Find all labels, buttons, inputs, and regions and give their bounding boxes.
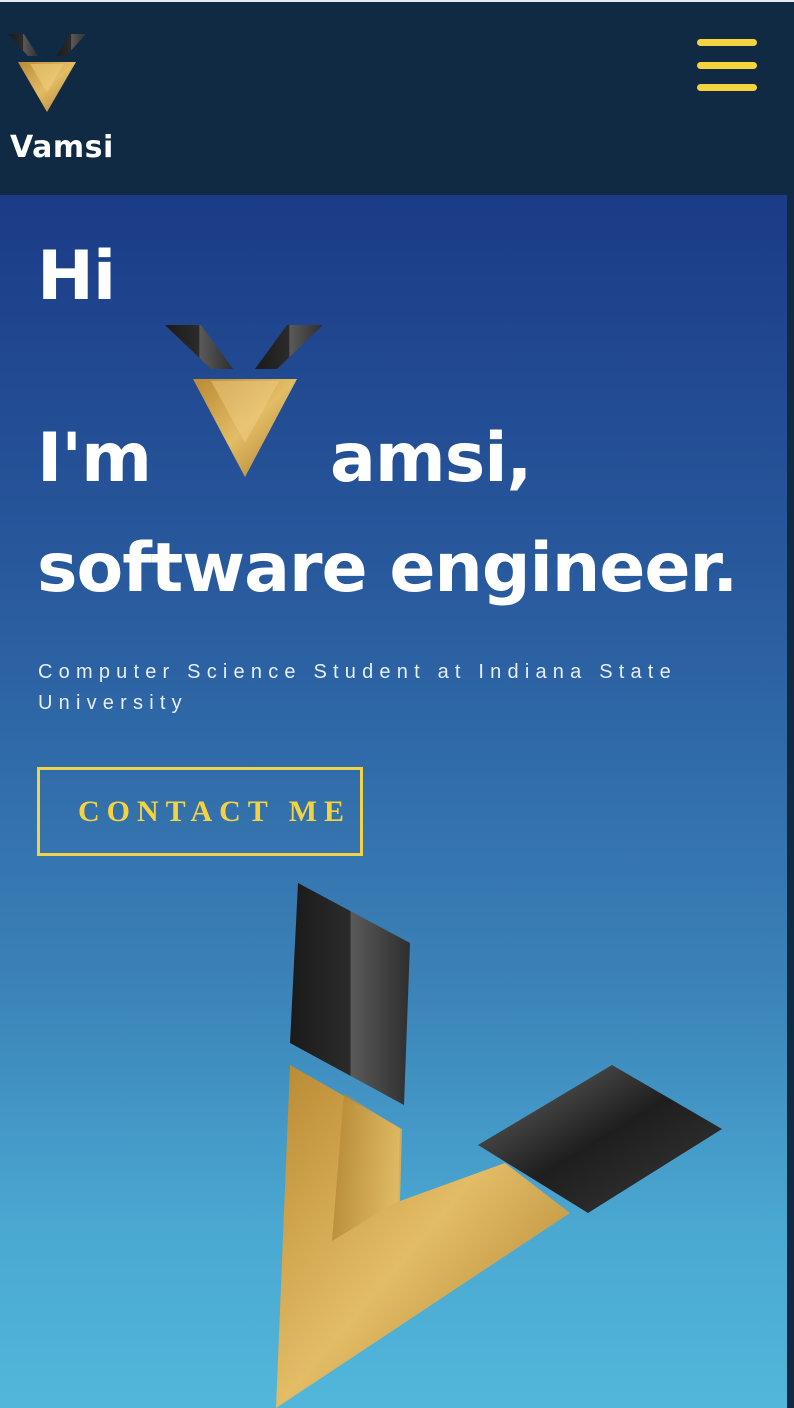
hero-greeting: Hi (37, 237, 116, 316)
hamburger-menu-icon (697, 39, 757, 46)
menu-line (697, 62, 757, 69)
contact-me-button[interactable]: CONTACT ME (37, 767, 363, 856)
top-navigation-bar: Vamsi (0, 0, 794, 195)
brand[interactable]: Vamsi (8, 34, 113, 165)
hero-name-suffix: amsi, (330, 419, 532, 498)
menu-line (697, 84, 757, 91)
hero-subtitle: Computer Science Student at Indiana Stat… (38, 661, 677, 714)
v-logo-icon (8, 34, 86, 112)
v-logo-icon (165, 325, 323, 477)
hero-intro-prefix: I'm (37, 419, 152, 498)
hamburger-menu-button[interactable] (697, 39, 759, 93)
hero-section: Hi I'm amsi, software engineer. Computer… (0, 195, 787, 1408)
hero-role: software engineer. (37, 529, 738, 608)
brand-name: Vamsi (10, 130, 114, 165)
v-logo-graphic (276, 883, 722, 1408)
